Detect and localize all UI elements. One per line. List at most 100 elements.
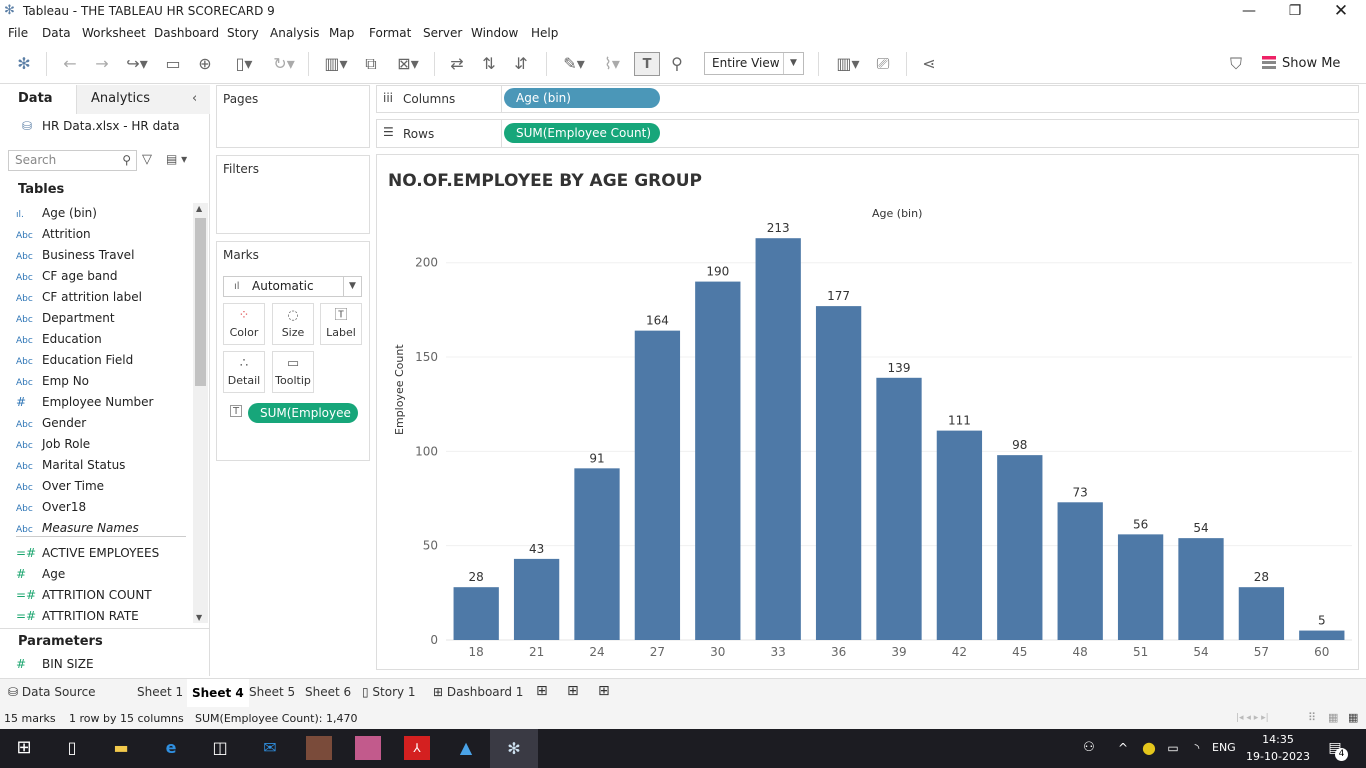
size-button[interactable]: ◌ Size bbox=[272, 303, 314, 345]
tab-data-source[interactable]: ⛁ Data Source bbox=[8, 685, 96, 699]
dimension-field[interactable]: Abc Emp No bbox=[16, 371, 186, 391]
filter-fields-icon[interactable]: ▽ bbox=[142, 152, 152, 167]
mark-type-select[interactable]: ıl Automatic ▼ bbox=[223, 276, 362, 297]
menu-worksheet[interactable]: Worksheet bbox=[82, 26, 146, 40]
app-photo-icon[interactable] bbox=[306, 736, 332, 760]
format-painter-icon[interactable]: ⛉ bbox=[1224, 52, 1248, 76]
minimize-button[interactable]: — bbox=[1226, 0, 1272, 23]
edge-icon[interactable]: e bbox=[158, 736, 184, 760]
save-icon[interactable]: ▭ bbox=[162, 52, 184, 76]
parameter-bin-size[interactable]: # BIN SIZE bbox=[16, 654, 186, 674]
tab-dashboard-1[interactable]: ⊞ Dashboard 1 bbox=[433, 685, 523, 699]
app-photo2-icon[interactable] bbox=[355, 736, 381, 760]
color-button[interactable]: ⁘ Color bbox=[223, 303, 265, 345]
redo-icon[interactable]: → bbox=[90, 52, 114, 76]
collapse-pane-icon[interactable]: ‹ bbox=[192, 91, 197, 106]
menu-server[interactable]: Server bbox=[423, 26, 462, 40]
show-me-button[interactable]: Show Me bbox=[1262, 56, 1340, 71]
highlight-icon[interactable]: ✎▾ bbox=[556, 52, 592, 76]
fit-select[interactable]: Entire View ▼ bbox=[704, 52, 804, 75]
new-datasource-icon[interactable]: ⊕ bbox=[194, 52, 216, 76]
new-story-tab-icon[interactable]: ⊞ bbox=[598, 683, 610, 699]
tab-analytics[interactable]: Analytics bbox=[91, 91, 150, 106]
photos-icon[interactable]: ▲ bbox=[453, 736, 479, 760]
dimension-field[interactable]: Abc Business Travel bbox=[16, 245, 186, 265]
tab-sheet-6[interactable]: Sheet 6 bbox=[305, 685, 351, 699]
duplicate-sheet-icon[interactable]: ⧉ bbox=[360, 52, 382, 76]
replay-icon[interactable]: ↪▾ bbox=[120, 52, 154, 76]
tab-sheet-1[interactable]: Sheet 1 bbox=[137, 685, 183, 699]
dimension-field[interactable]: # Employee Number bbox=[16, 392, 186, 412]
sheet-nav-icon[interactable]: |◂ ◂ ▸ ▸| bbox=[1236, 713, 1269, 723]
dimension-field[interactable]: Abc Attrition bbox=[16, 224, 186, 244]
measure-field[interactable]: =# ATTRITION COUNT bbox=[16, 585, 186, 605]
dimension-field[interactable]: Abc CF age band bbox=[16, 266, 186, 286]
tableau-taskbar-icon[interactable]: ✻ bbox=[490, 729, 538, 768]
dimension-field[interactable]: Abc Over Time bbox=[16, 476, 186, 496]
columns-pill[interactable]: Age (bin) bbox=[504, 88, 660, 108]
new-dashboard-tab-icon[interactable]: ⊞ bbox=[567, 683, 579, 699]
share-icon[interactable]: ⋖ bbox=[918, 52, 940, 76]
clear-sheet-icon[interactable]: ⊠▾ bbox=[390, 52, 426, 76]
restore-button[interactable]: ❐ bbox=[1272, 0, 1318, 23]
menu-data[interactable]: Data bbox=[42, 26, 71, 40]
tabs-view-icon[interactable]: ▦ bbox=[1348, 711, 1358, 724]
tray-app-icon[interactable]: ● bbox=[1136, 736, 1162, 760]
menu-story[interactable]: Story bbox=[227, 26, 259, 40]
swap-rows-columns-icon[interactable]: ⇄ bbox=[446, 52, 468, 76]
marks-label-pill[interactable]: SUM(Employee .. bbox=[248, 403, 358, 440]
filters-shelf[interactable]: Filters bbox=[216, 155, 370, 234]
pages-shelf[interactable]: Pages bbox=[216, 85, 370, 148]
acrobat-icon[interactable]: ⅄ bbox=[404, 736, 430, 760]
dimension-field[interactable]: ıl. Age (bin) bbox=[16, 203, 186, 223]
store-icon[interactable]: ◫ bbox=[207, 736, 233, 760]
menu-analysis[interactable]: Analysis bbox=[270, 26, 319, 40]
view-options-icon[interactable]: ▤ ▾ bbox=[166, 152, 187, 166]
new-worksheet-icon[interactable]: ▥▾ bbox=[318, 52, 354, 76]
show-cards-icon[interactable]: ▥▾ bbox=[830, 52, 866, 76]
undo-icon[interactable]: ← bbox=[58, 52, 82, 76]
task-view-icon[interactable]: ▯ bbox=[59, 736, 85, 760]
tableau-home-icon[interactable]: ✻ bbox=[12, 52, 36, 76]
tooltip-button[interactable]: ▭ Tooltip bbox=[272, 351, 314, 393]
menu-help[interactable]: Help bbox=[531, 26, 558, 40]
pause-updates-icon[interactable]: ▯▾ bbox=[226, 52, 262, 76]
windows-start-icon[interactable]: ⊞ bbox=[11, 736, 37, 760]
mail-icon[interactable]: ✉ bbox=[257, 736, 283, 760]
presentation-mode-icon[interactable]: ⎚ bbox=[872, 52, 894, 76]
sort-ascending-icon[interactable]: ⇅ bbox=[478, 52, 500, 76]
menu-file[interactable]: File bbox=[8, 26, 28, 40]
battery-icon[interactable]: ▭ bbox=[1160, 736, 1186, 760]
tab-sheet-4[interactable]: Sheet 4 bbox=[187, 679, 249, 708]
file-explorer-icon[interactable]: ▬ bbox=[108, 736, 134, 760]
measure-field[interactable]: =# ACTIVE EMPLOYEES bbox=[16, 543, 186, 563]
dimension-field[interactable]: Abc CF attrition label bbox=[16, 287, 186, 307]
measure-field[interactable]: # Age bbox=[16, 564, 186, 584]
dimension-field[interactable]: Abc Marital Status bbox=[16, 455, 186, 475]
field-list-scrollbar[interactable]: ▲ ▼ bbox=[193, 203, 208, 623]
refresh-icon[interactable]: ↻▾ bbox=[266, 52, 302, 76]
label-button[interactable]: 🅃 Label bbox=[320, 303, 362, 345]
dimension-field[interactable]: Abc Education bbox=[16, 329, 186, 349]
dimension-field[interactable]: Abc Department bbox=[16, 308, 186, 328]
dimension-field[interactable]: Abc Job Role bbox=[16, 434, 186, 454]
measure-field[interactable]: =# ATTRITION RATE bbox=[16, 606, 186, 626]
fix-axes-icon[interactable]: ⚲ bbox=[666, 52, 688, 76]
dimension-field[interactable]: Abc Education Field bbox=[16, 350, 186, 370]
clock[interactable]: 14:35 19-10-2023 bbox=[1246, 731, 1310, 765]
datasource-name[interactable]: HR Data.xlsx - HR data bbox=[42, 119, 180, 133]
dimension-field[interactable]: Abc Measure Names bbox=[16, 518, 186, 538]
close-button[interactable]: ✕ bbox=[1318, 0, 1364, 23]
wifi-icon[interactable]: ◝ bbox=[1184, 736, 1210, 760]
people-icon[interactable]: ⚇ bbox=[1076, 736, 1102, 760]
group-members-icon[interactable]: ⌇▾ bbox=[594, 52, 630, 76]
menu-dashboard[interactable]: Dashboard bbox=[154, 26, 219, 40]
sheet-sorter-icon[interactable]: ⠿ bbox=[1308, 711, 1316, 724]
detail-button[interactable]: ∴ Detail bbox=[223, 351, 265, 393]
show-labels-icon[interactable]: T bbox=[634, 52, 660, 76]
tab-story-1[interactable]: ▯ Story 1 bbox=[362, 685, 416, 699]
menu-format[interactable]: Format bbox=[369, 26, 411, 40]
language-indicator[interactable]: ENG bbox=[1212, 741, 1236, 754]
sort-descending-icon[interactable]: ⇵ bbox=[510, 52, 532, 76]
menu-window[interactable]: Window bbox=[471, 26, 518, 40]
